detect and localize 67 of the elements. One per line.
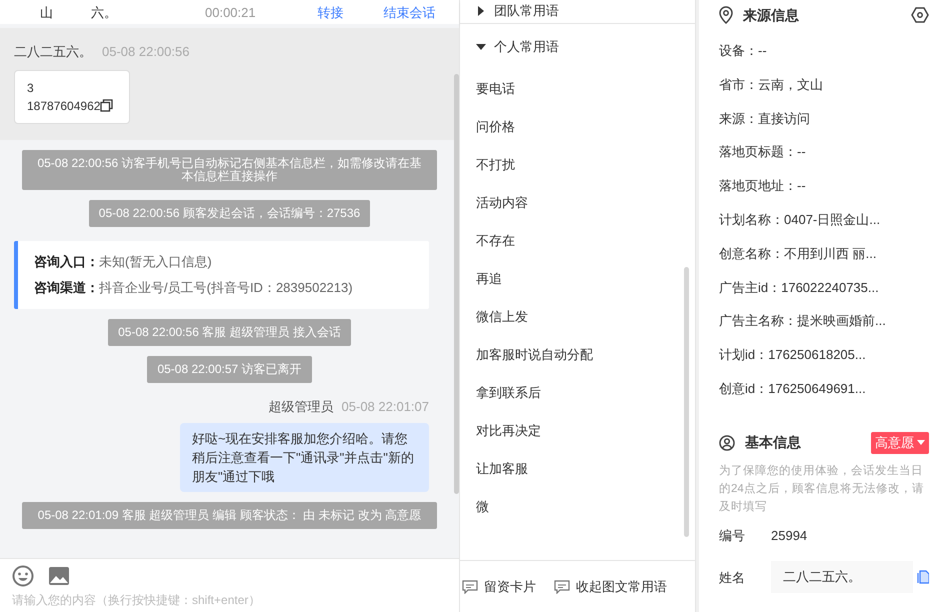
info-field: 创意id：176250649691... xyxy=(719,372,929,406)
system-notice: 05-08 22:00:56 顾客发起会话，会话编号：27536 xyxy=(88,200,370,226)
call-timer: 00:00:21 xyxy=(205,6,256,18)
field-label: 编号 xyxy=(719,526,746,545)
source-row-text: 咨询入口：未知(暂无入口信息) xyxy=(34,252,213,271)
name-field[interactable]: 二八二五六。 xyxy=(771,561,913,594)
info-field: 省市：云南，文山 xyxy=(719,68,929,102)
footer-button[interactable]: 收起图文常用语 xyxy=(554,576,667,596)
phrase-item[interactable]: 加客服时说自动分配 xyxy=(460,336,695,374)
notice-text: 为了保障您的使用体验，会话发生当日的24点之后，顾客信息将无法修改，请及时填写 xyxy=(719,464,925,515)
source-row-text: 咨询渠道：抖音企业号/员工号(抖音号ID：2839502213) xyxy=(34,278,354,297)
comment-icon xyxy=(462,580,478,594)
caret-right-icon xyxy=(476,6,486,16)
header-link[interactable]: 转接 xyxy=(318,6,344,18)
info-field: 计划id：176250618205... xyxy=(719,338,929,372)
field-value: 25994 xyxy=(771,526,808,545)
sender-name: 超级管理员 xyxy=(268,398,334,414)
info-field: 广告主id：176022240735... xyxy=(719,270,929,304)
message-time: 05-08 22:00:56 xyxy=(102,44,190,59)
phrase-item[interactable]: 不存在 xyxy=(460,222,695,260)
message-bubble: 好哒~现在安排客服加您介绍哈。请您稍后注意查看一下"通讯录"并点击"新的朋友"通过下哦 xyxy=(180,423,429,492)
system-notice: 05-08 22:01:09 客服 超级管理员 编辑 顾客状态： 由 未标记 改为 高意愿 xyxy=(22,502,437,529)
copy-icon xyxy=(100,99,114,112)
footer-button[interactable]: 留资卡片 xyxy=(462,576,536,596)
info-field: 广告主名称：提米映画婚前... xyxy=(719,304,929,338)
caret-down-icon xyxy=(476,42,486,52)
system-notice: 05-08 22:00:57 访客已离开 xyxy=(147,356,312,382)
copy-icon[interactable] xyxy=(917,570,929,584)
header-text: 六。 xyxy=(91,6,117,18)
info-field: 落地页地址：-- xyxy=(719,169,929,203)
phrase-group-header[interactable]: 个人常用语 xyxy=(460,24,695,70)
info-field: 创意名称：不用到川西 丽... xyxy=(719,236,929,271)
phrase-item[interactable]: 活动内容 xyxy=(460,184,695,222)
phrase-item[interactable]: 微信上发 xyxy=(460,298,695,336)
phrase-item[interactable]: 再追 xyxy=(460,260,695,298)
system-notice: 05-08 22:00:56 客服 超级管理员 接入会话 xyxy=(108,318,351,346)
header-link[interactable]: 结束会话 xyxy=(384,6,436,18)
phrase-item[interactable]: 对比再决定 xyxy=(460,412,695,450)
header-text: 山 xyxy=(40,6,53,18)
card-text: 3 xyxy=(27,80,34,96)
scrollbar[interactable] xyxy=(684,267,689,537)
phrase-item[interactable]: 微 xyxy=(460,488,695,526)
sender-name: 二八二五六。 xyxy=(14,44,92,59)
caret-down-icon xyxy=(917,440,925,446)
system-notice: 05-08 22:00:56 访客手机号已自动标记右侧基本信息栏，如需修改请在基本信息栏直接操作 xyxy=(22,150,437,190)
message-time: 05-08 22:01:07 xyxy=(342,398,429,414)
image-icon[interactable] xyxy=(48,566,70,586)
info-field: 来源：直接访问 xyxy=(719,102,929,136)
phrase-item[interactable]: 问价格 xyxy=(460,108,695,146)
phrase-item[interactable]: 不打扰 xyxy=(460,146,695,184)
section-title: 来源信息 xyxy=(743,6,799,24)
field-label: 姓名 xyxy=(719,568,746,587)
section-title: 基本信息 xyxy=(745,433,801,452)
card-text: 18787604962 xyxy=(27,98,100,114)
phrase-item[interactable]: 拿到联系后 xyxy=(460,374,695,412)
phrase-group-header[interactable]: 团队常用语 xyxy=(460,0,695,24)
phrase-item[interactable]: 让加客服 xyxy=(460,450,695,488)
comment-icon xyxy=(554,580,570,594)
scrollbar[interactable] xyxy=(454,74,459,494)
user-circle-icon xyxy=(719,434,735,451)
settings-icon[interactable] xyxy=(911,7,929,23)
emoji-icon[interactable] xyxy=(12,564,34,586)
info-field: 落地页标题：-- xyxy=(719,135,929,170)
location-pin-icon xyxy=(719,6,733,24)
info-field: 计划名称：0407-日照金山... xyxy=(719,202,929,237)
phrase-item[interactable]: 要电话 xyxy=(460,70,695,108)
info-field: 设备：-- xyxy=(719,34,929,68)
